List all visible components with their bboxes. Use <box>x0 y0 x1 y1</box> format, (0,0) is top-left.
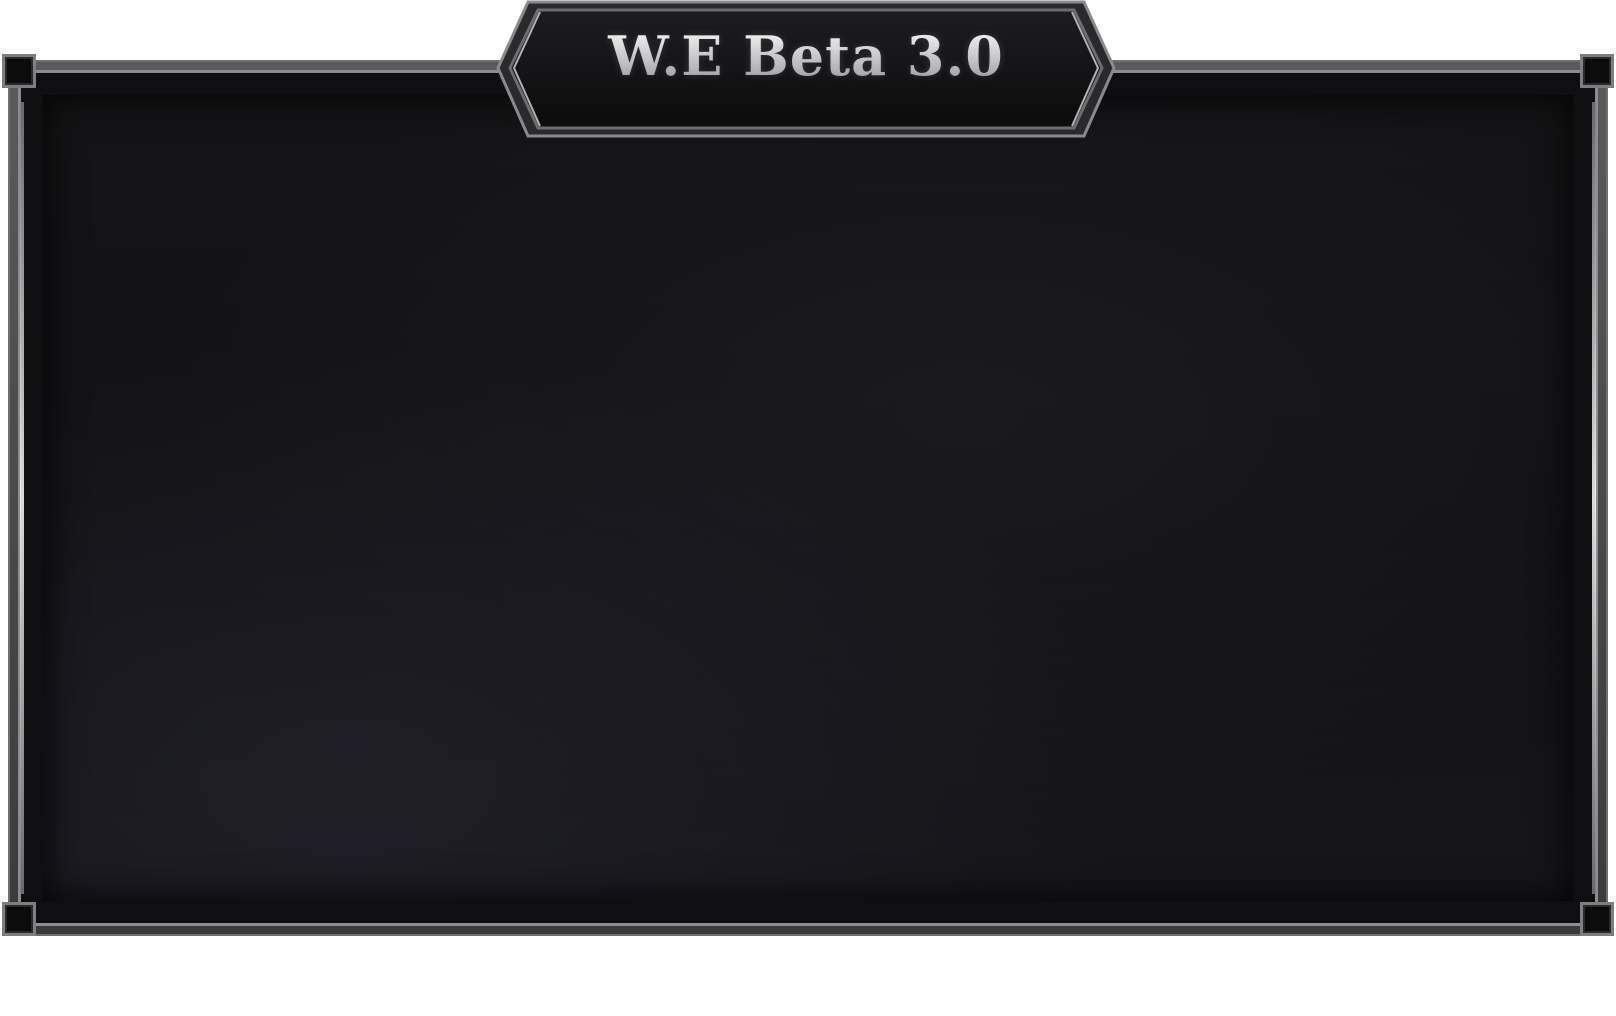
corner-stud-top-right-icon <box>1580 54 1614 88</box>
right-edge-glow <box>1592 102 1596 894</box>
frame-inner-border <box>18 70 1598 926</box>
corner-stud-bottom-right-icon <box>1580 902 1614 936</box>
title-plaque: W.E Beta 3.0 <box>494 0 1118 138</box>
left-edge-glow <box>20 102 24 894</box>
corner-stud-bottom-left-icon <box>2 902 36 936</box>
game-window: W.E Beta 3.0 <box>0 0 1616 1016</box>
window-title: W.E Beta 3.0 <box>494 24 1118 88</box>
corner-stud-top-left-icon <box>2 54 36 88</box>
window-frame <box>8 60 1608 936</box>
main-content-panel <box>43 95 1573 901</box>
